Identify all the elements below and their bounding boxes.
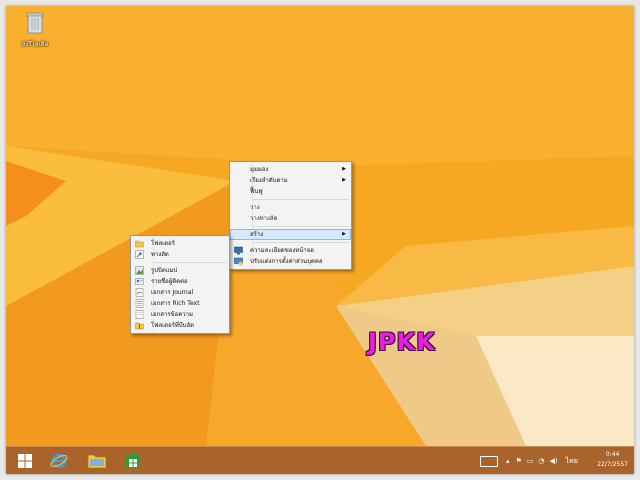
text-document-icon [135,310,144,319]
desktop-screen: ถังรีไซเคิล มุมมอง ▶ เรียงลำดับตาม ▶ ฟื้นฟ… [6,6,634,474]
submenu-item-shortcut[interactable]: ทางลัด [131,249,229,260]
new-submenu: โฟลเดอร์ ทางลัด รูปบิตแมป รายชื่อผู้ติดต… [130,235,230,334]
bitmap-icon [135,266,144,275]
submenu-item-rich-text[interactable]: เอกสาร Rich Text [131,298,229,309]
submenu-item-folder[interactable]: โฟลเดอร์ [131,238,229,249]
submenu-item-bitmap[interactable]: รูปบิตแมป [131,265,229,276]
menu-item-personalize[interactable]: ปรับแต่งการตั้งค่าส่วนบุคคล [230,256,351,267]
taskbar-file-explorer[interactable] [82,449,112,473]
display-icon [234,246,243,255]
menu-item-sort-by[interactable]: เรียงลำดับตาม ▶ [230,175,351,186]
recycle-bin-label: ถังรีไซเคิล [21,41,49,48]
network-icon[interactable]: ◔ [538,457,544,465]
start-button[interactable] [10,449,40,473]
clock[interactable]: 0:44 22/7/2557 [597,450,628,470]
touch-keyboard-icon[interactable] [480,455,498,467]
journal-icon [135,288,144,297]
system-tray: ▴ ⚑ ▭ ◔ ◀) ไทย [480,447,578,474]
start-icon [18,454,32,468]
store-icon [126,453,140,468]
action-center-flag-icon[interactable]: ⚑ [516,457,522,465]
submenu-item-journal[interactable]: เอกสาร Journal [131,287,229,298]
submenu-item-zip-folder[interactable]: โฟลเดอร์ที่บีบอัด [131,320,229,331]
contact-icon [135,278,144,285]
chevron-right-icon: ▶ [342,166,346,172]
clock-time: 0:44 [605,451,620,458]
menu-item-paste-shortcut[interactable]: วางทางลัด [230,213,351,224]
taskbar-store[interactable] [118,449,148,473]
personalize-icon [234,257,243,266]
show-hidden-icons-icon[interactable]: ▴ [506,457,510,465]
menu-item-screen-resolution[interactable]: ความละเอียดของหน้าจอ [230,245,351,256]
recycle-bin-icon [26,12,44,34]
taskbar-internet-explorer[interactable] [44,449,74,473]
chevron-right-icon: ▶ [342,177,346,183]
rich-text-icon [135,299,144,308]
file-explorer-icon [87,454,107,469]
power-icon[interactable]: ▭ [527,457,534,465]
context-menu: มุมมอง ▶ เรียงลำดับตาม ▶ ฟื้นฟู วาง วางทาง… [229,161,352,270]
menu-separator [153,262,227,263]
menu-item-paste[interactable]: วาง [230,202,351,213]
internet-explorer-icon [50,453,68,469]
watermark: JPKK [368,328,436,356]
shortcut-icon [135,250,144,259]
menu-item-new[interactable]: สร้าง ▶ [230,229,351,240]
menu-item-refresh[interactable]: ฟื้นฟู [230,186,351,197]
menu-item-view[interactable]: มุมมอง ▶ [230,164,351,175]
input-language[interactable]: ไทย [566,456,578,467]
volume-icon[interactable]: ◀) [550,457,558,465]
recycle-bin[interactable]: ถังรีไซเคิล [12,10,58,49]
menu-separator [252,199,349,200]
zip-folder-icon [135,322,144,330]
chevron-right-icon: ▶ [342,231,346,237]
submenu-item-contact[interactable]: รายชื่อผู้ติดต่อ [131,276,229,287]
submenu-item-text-document[interactable]: เอกสารข้อความ [131,309,229,320]
folder-icon [135,240,144,248]
menu-separator [252,226,349,227]
menu-separator [252,242,349,243]
clock-date: 22/7/2557 [597,461,628,468]
taskbar: ▴ ⚑ ▭ ◔ ◀) ไทย 0:44 22/7/2557 [6,446,634,474]
